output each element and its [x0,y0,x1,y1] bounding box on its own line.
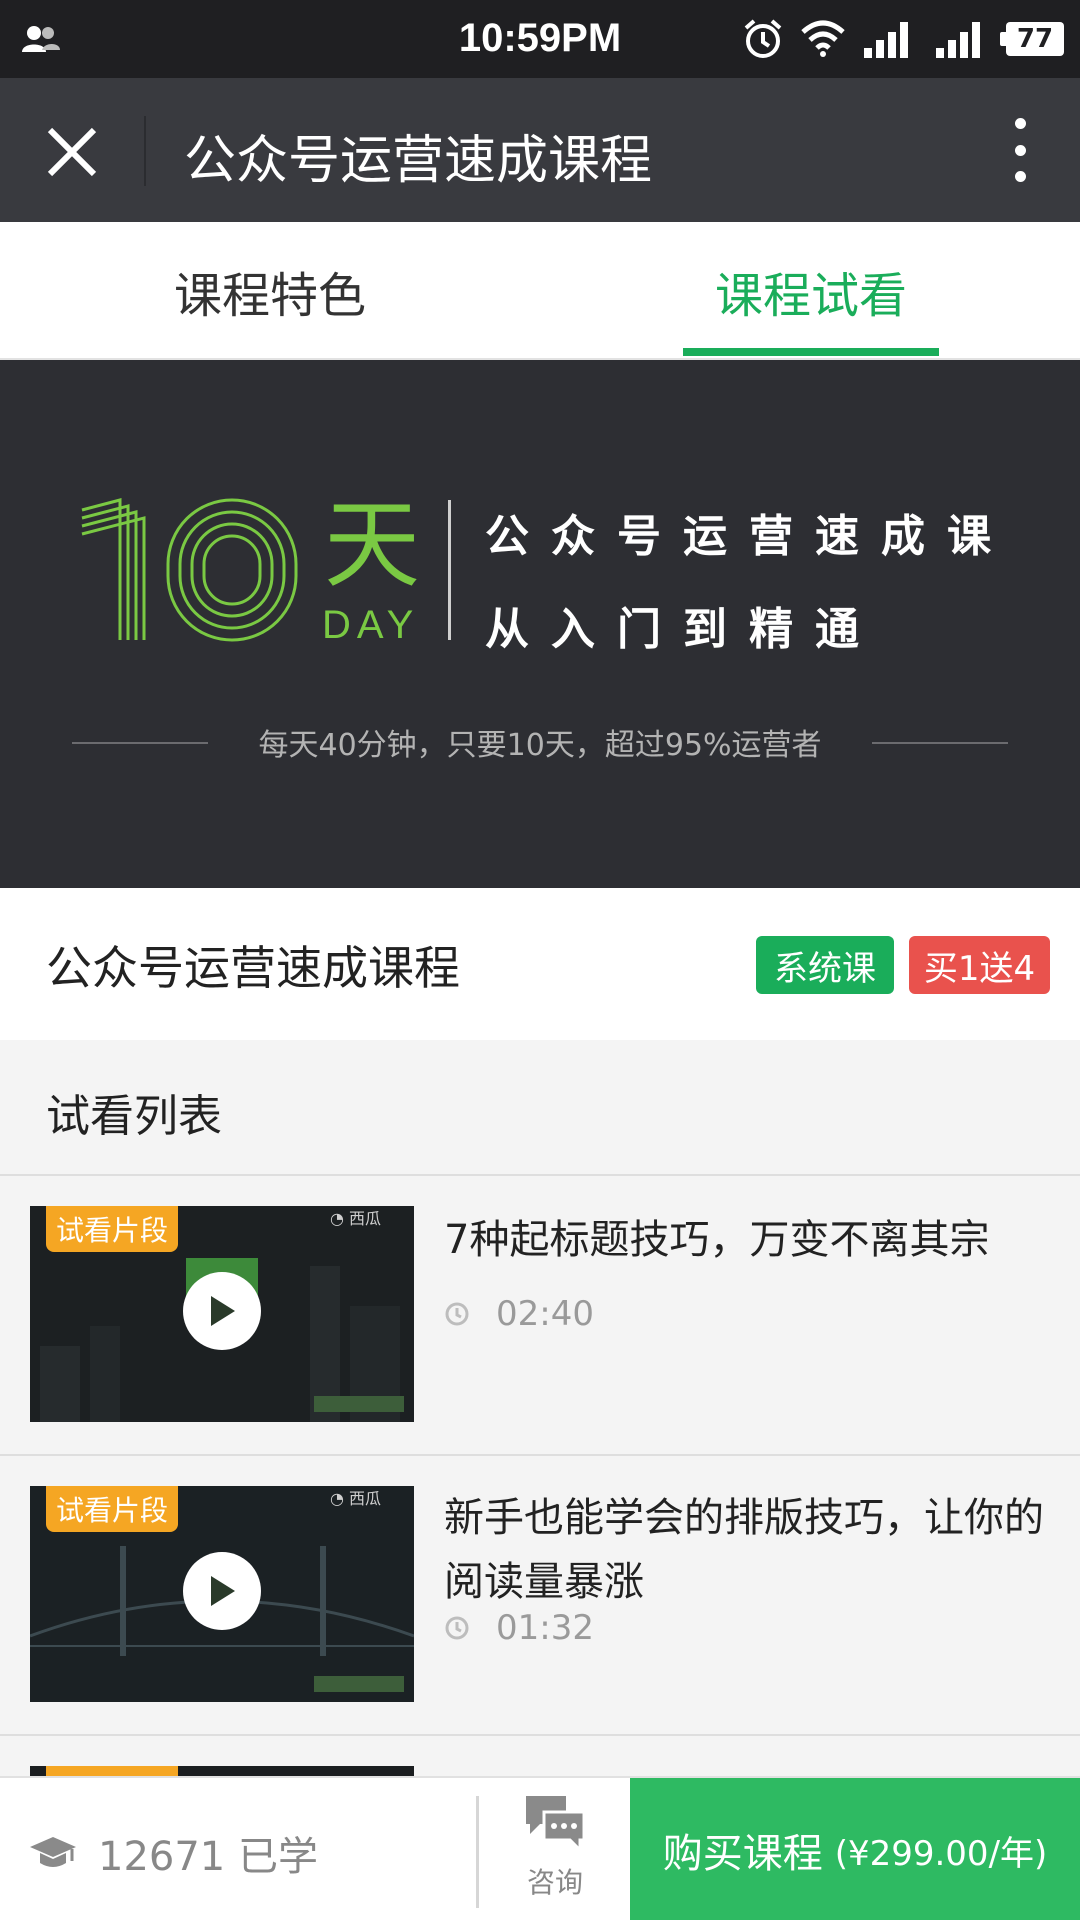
banner-subheadline: 从入门到精通 [485,604,881,655]
list-item[interactable]: ◔ 西瓜 试看片段 新手也能学会的排版技巧，让你的阅读量暴涨 01:32 [0,1456,1080,1736]
list-item[interactable]: ◔ 西瓜 试看片段 7种起标题技巧，万变不离其宗 02:40 [0,1176,1080,1456]
clock-icon [445,1302,469,1326]
course-header: 公众号运营速成课程 系统课 买1送4 [0,888,1080,1040]
video-thumbnail[interactable]: ◔ 西瓜 试看片段 [30,1206,414,1422]
wifi-icon [801,20,845,57]
banner-headline: 公众号运营速成课 [485,511,1013,562]
duration-text: 02:40 [496,1294,594,1334]
learned-count: 12671 已学 [28,1824,318,1882]
chat-icon [526,1796,586,1854]
consult-label: 咨询 [526,1866,583,1899]
banner-tagline: 每天40分钟，只要10天，超过95%运营者 [258,728,822,763]
banner-day-char: 天 [324,489,420,601]
buy-course-button[interactable]: 购买课程 (¥299.00/年) [630,1778,1080,1920]
play-icon[interactable] [183,1272,261,1350]
battery-indicator: 77 [1000,22,1064,56]
alarm-icon [744,19,782,58]
system-course-badge: 系统课 [756,936,894,994]
tab-course-preview[interactable]: 课程试看 [683,222,939,360]
preview-tag: 试看片段 [46,1206,179,1252]
buy-label: 购买课程 [662,1831,823,1877]
preview-tag: 试看片段 [46,1486,179,1532]
signal-icon-sim1 [936,22,980,58]
active-tab-indicator [683,348,939,356]
tab-bar: 课程特色 课程试看 [0,222,1080,360]
play-icon[interactable] [183,1552,261,1630]
signal-icon-sim2 [864,22,908,58]
promo-badge: 买1送4 [909,936,1050,994]
tab-course-features[interactable]: 课程特色 [120,222,420,360]
video-title[interactable]: 新手也能学会的排版技巧，让你的阅读量暴涨 [444,1486,1044,1614]
bottom-bar-divider [476,1796,479,1908]
preview-list-header: 试看列表 [0,1040,1080,1176]
video-title[interactable]: 7种起标题技巧，万变不离其宗 [444,1208,1044,1272]
course-title: 公众号运营速成课程 [46,941,460,995]
title-bar: 公众号运营速成课程 [0,78,1080,222]
course-banner: 天 DAY 公众号运营速成课 从入门到精通 每天40分钟，只要10天，超过95%… [0,360,1080,888]
status-bar: 10:59PM 77 [0,0,1080,78]
svg-text:◔ 西瓜: ◔ 西瓜 [330,1489,381,1508]
page-title: 公众号运营速成课程 [184,131,653,191]
close-icon[interactable] [44,124,100,180]
more-menu-icon[interactable] [1010,118,1030,182]
video-thumbnail[interactable]: ◔ 西瓜 试看片段 [30,1486,414,1702]
bottom-action-bar: 12671 已学 咨询 购买课程 (¥299.00/年) [0,1776,1080,1920]
consult-button[interactable]: 咨询 [500,1792,610,1912]
graduation-cap-icon [30,1837,76,1867]
title-divider [144,116,146,186]
clock-icon [445,1616,469,1640]
buy-price: (¥299.00/年) [834,1833,1048,1874]
learned-count-text: 12671 已学 [98,1834,318,1880]
video-duration: 01:32 [444,1608,594,1648]
section-title: 试看列表 [46,1091,222,1142]
video-duration: 02:40 [444,1294,594,1334]
svg-text:◔ 西瓜: ◔ 西瓜 [330,1209,381,1228]
banner-day-en: DAY [322,603,419,647]
duration-text: 01:32 [496,1608,594,1648]
